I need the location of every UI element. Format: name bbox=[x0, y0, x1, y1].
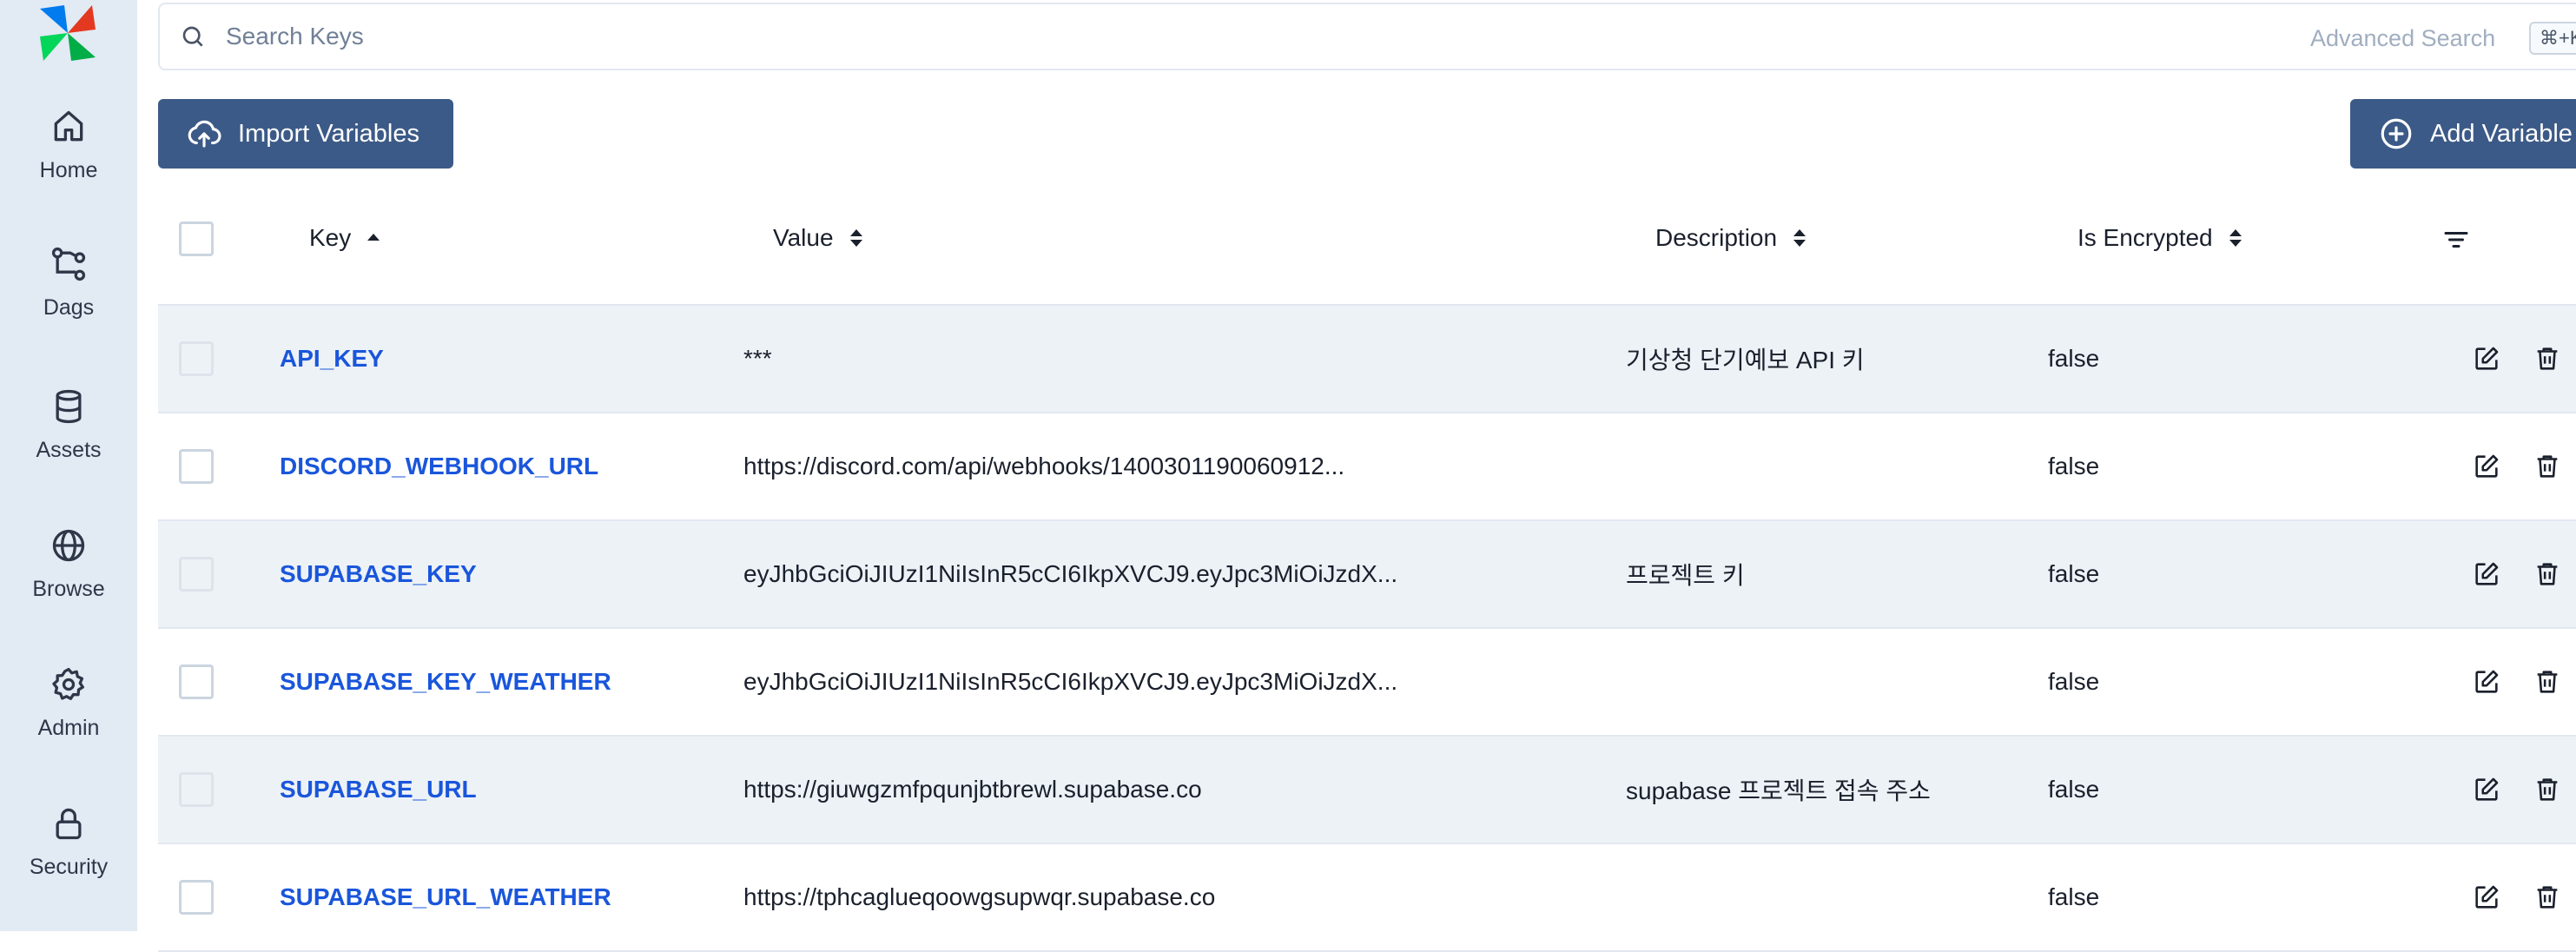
trash-icon[interactable] bbox=[2533, 883, 2562, 912]
dags-icon bbox=[51, 247, 86, 281]
key-cell: SUPABASE_URL_WEATHER bbox=[280, 844, 611, 950]
value-cell: eyJhbGciOiJIUzI1NiIsInR5cCI6IkpXVCJ9.eyJ… bbox=[743, 668, 1398, 695]
trash-icon[interactable] bbox=[2533, 452, 2562, 481]
edit-icon[interactable] bbox=[2472, 775, 2501, 804]
sort-icon bbox=[1793, 229, 1807, 247]
nav-label-browse: Browse bbox=[32, 577, 105, 601]
is-encrypted-cell: false bbox=[2048, 560, 2100, 587]
nav-label-home: Home bbox=[39, 158, 98, 182]
select-all-checkbox[interactable] bbox=[179, 221, 214, 256]
row-checkbox[interactable] bbox=[179, 341, 214, 376]
shortcut-badge: ⌘+K bbox=[2529, 22, 2576, 55]
search-icon bbox=[182, 26, 203, 47]
value-cell: https://discord.com/api/webhooks/1400301… bbox=[743, 453, 1345, 479]
is-encrypted-cell: false bbox=[2048, 883, 2100, 910]
row-checkbox[interactable] bbox=[179, 664, 214, 699]
variable-key-link[interactable]: SUPABASE_URL_WEATHER bbox=[280, 883, 611, 911]
column-header-description-label: Description bbox=[1655, 224, 1778, 251]
nav-label-assets: Assets bbox=[36, 438, 102, 462]
sort-ascending-icon bbox=[367, 234, 380, 241]
variable-key-link[interactable]: SUPABASE_KEY_WEATHER bbox=[280, 668, 611, 696]
edit-icon[interactable] bbox=[2472, 452, 2501, 481]
is-encrypted-cell: false bbox=[2048, 668, 2100, 695]
advanced-search-link[interactable]: Advanced Search bbox=[2310, 25, 2495, 52]
lock-icon bbox=[56, 808, 82, 840]
edit-icon[interactable] bbox=[2472, 559, 2501, 589]
trash-icon[interactable] bbox=[2533, 667, 2562, 697]
table-row: SUPABASE_URL_WEATHER https://tphcaglueqo… bbox=[158, 844, 2576, 952]
key-cell: SUPABASE_URL bbox=[280, 737, 477, 843]
description-cell: supabase 프로젝트 접속 주소 bbox=[1626, 777, 1931, 804]
nav-label-dags: Dags bbox=[43, 295, 95, 320]
key-cell: SUPABASE_KEY bbox=[280, 521, 477, 627]
globe-icon bbox=[52, 529, 85, 562]
nav-label-admin: Admin bbox=[37, 716, 100, 740]
search-bar: Advanced Search ⌘+K bbox=[158, 3, 2576, 70]
filter-columns-icon[interactable] bbox=[2441, 224, 2472, 255]
gear-icon bbox=[52, 667, 84, 700]
import-variables-label: Import Variables bbox=[238, 119, 419, 148]
sidebar: Home Dags Assets Browse Admin Security bbox=[0, 0, 137, 931]
import-variables-button[interactable]: Import Variables bbox=[158, 99, 453, 169]
value-cell: *** bbox=[743, 345, 772, 372]
nav-item-dags[interactable]: Dags bbox=[0, 245, 137, 367]
variables-table: Key Value Description Is Encrypted API_K… bbox=[158, 174, 2576, 952]
table-row: SUPABASE_KEY_WEATHER eyJhbGciOiJIUzI1NiI… bbox=[158, 629, 2576, 737]
main-content: Advanced Search ⌘+K Import Variables Add… bbox=[158, 0, 2576, 952]
description-cell: 프로젝트 키 bbox=[1626, 562, 1745, 589]
edit-icon[interactable] bbox=[2472, 344, 2501, 374]
row-checkbox[interactable] bbox=[179, 772, 214, 807]
row-checkbox[interactable] bbox=[179, 880, 214, 915]
airflow-logo[interactable] bbox=[35, 0, 101, 66]
database-icon bbox=[56, 389, 82, 424]
table-header: Key Value Description Is Encrypted bbox=[158, 174, 2576, 306]
nav-label-security: Security bbox=[29, 855, 109, 879]
value-cell: eyJhbGciOiJIUzI1NiIsInR5cCI6IkpXVCJ9.eyJ… bbox=[743, 560, 1398, 587]
column-header-description[interactable]: Description bbox=[1655, 224, 1808, 252]
column-header-is-encrypted[interactable]: Is Encrypted bbox=[2077, 224, 2244, 252]
search-input[interactable] bbox=[224, 22, 2051, 51]
key-cell: DISCORD_WEBHOOK_URL bbox=[280, 413, 598, 519]
value-cell: https://tphcaglueqoowgsupwqr.supabase.co bbox=[743, 883, 1216, 910]
edit-icon[interactable] bbox=[2472, 667, 2501, 697]
home-icon bbox=[54, 110, 83, 142]
variable-key-link[interactable]: API_KEY bbox=[280, 345, 384, 373]
nav-item-security[interactable]: Security bbox=[0, 804, 137, 926]
edit-icon[interactable] bbox=[2472, 883, 2501, 912]
row-checkbox[interactable] bbox=[179, 449, 214, 484]
nav-item-assets[interactable]: Assets bbox=[0, 387, 137, 509]
column-header-value-label: Value bbox=[773, 224, 834, 251]
add-variable-label: Add Variable bbox=[2430, 119, 2573, 148]
sort-icon bbox=[849, 229, 862, 247]
table-row: API_KEY *** 기상청 단기예보 API 키 false bbox=[158, 306, 2576, 413]
table-row: SUPABASE_URL https://giuwgzmfpqunjbtbrew… bbox=[158, 737, 2576, 844]
value-cell: https://giuwgzmfpqunjbtbrewl.supabase.co bbox=[743, 776, 1202, 803]
key-cell: SUPABASE_KEY_WEATHER bbox=[280, 629, 611, 735]
description-cell: 기상청 단기예보 API 키 bbox=[1626, 347, 1865, 374]
key-cell: API_KEY bbox=[280, 306, 384, 412]
column-header-is-encrypted-label: Is Encrypted bbox=[2077, 224, 2213, 251]
variable-key-link[interactable]: DISCORD_WEBHOOK_URL bbox=[280, 453, 598, 480]
sort-icon bbox=[2229, 229, 2242, 247]
trash-icon[interactable] bbox=[2533, 559, 2562, 589]
column-header-value[interactable]: Value bbox=[773, 224, 865, 252]
nav-item-admin[interactable]: Admin bbox=[0, 665, 137, 787]
is-encrypted-cell: false bbox=[2048, 776, 2100, 803]
variable-key-link[interactable]: SUPABASE_URL bbox=[280, 776, 477, 803]
nav-item-browse[interactable]: Browse bbox=[0, 526, 137, 648]
variable-key-link[interactable]: SUPABASE_KEY bbox=[280, 560, 477, 588]
add-variable-button[interactable]: Add Variable bbox=[2350, 99, 2576, 169]
column-header-key-label: Key bbox=[309, 224, 352, 251]
table-row: DISCORD_WEBHOOK_URL https://discord.com/… bbox=[158, 413, 2576, 521]
trash-icon[interactable] bbox=[2533, 344, 2562, 374]
is-encrypted-cell: false bbox=[2048, 453, 2100, 479]
column-header-key[interactable]: Key bbox=[309, 224, 382, 252]
is-encrypted-cell: false bbox=[2048, 345, 2100, 372]
table-row: SUPABASE_KEY eyJhbGciOiJIUzI1NiIsInR5cCI… bbox=[158, 521, 2576, 629]
row-checkbox[interactable] bbox=[179, 557, 214, 592]
nav-item-home[interactable]: Home bbox=[0, 108, 137, 229]
trash-icon[interactable] bbox=[2533, 775, 2562, 804]
plus-circle-icon bbox=[2381, 118, 2412, 149]
cloud-upload-icon bbox=[188, 120, 221, 148]
